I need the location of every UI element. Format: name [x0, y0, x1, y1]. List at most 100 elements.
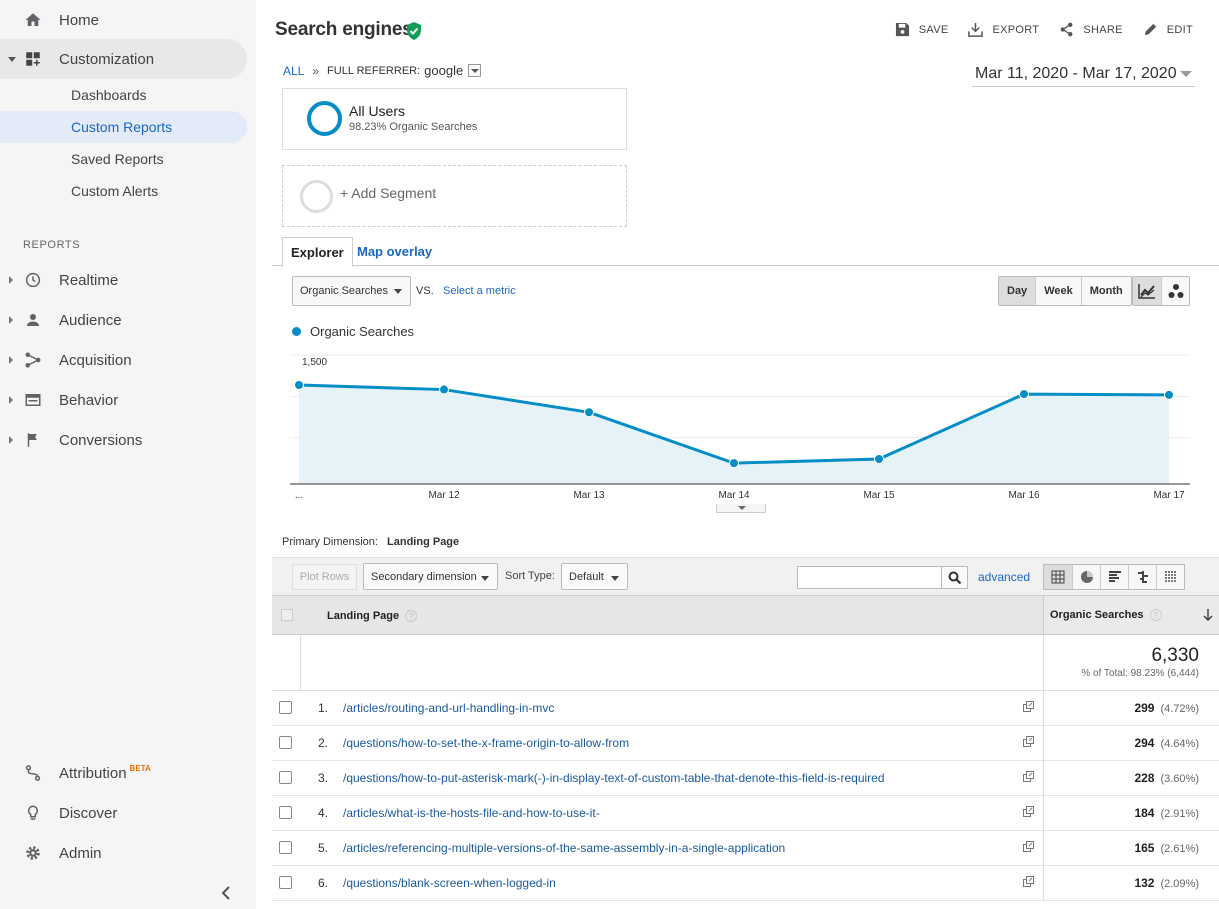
row-checkbox[interactable] [279, 876, 292, 889]
person-icon [27, 314, 39, 326]
row-checkbox[interactable] [279, 841, 292, 854]
row-checkbox[interactable] [279, 771, 292, 784]
row-checkbox[interactable] [279, 736, 292, 749]
open-page-icon[interactable] [1023, 771, 1034, 782]
row-checkbox[interactable] [279, 701, 292, 714]
save-button[interactable]: SAVE [895, 22, 949, 37]
share-button[interactable]: SHARE [1059, 22, 1122, 37]
edit-button[interactable]: EDIT [1143, 22, 1193, 37]
select-metric-link[interactable]: Select a metric [443, 285, 516, 297]
column-header-label: Organic Searches [1050, 609, 1144, 621]
landing-page-link[interactable]: /questions/blank-screen-when-logged-in [343, 876, 556, 890]
row-index: 2. [318, 736, 329, 750]
metric-cell: 132 (2.09%) [1043, 866, 1219, 901]
add-segment-button[interactable]: + Add Segment [282, 165, 627, 227]
report-actions: SAVE EXPORT SHARE EDIT [875, 22, 1193, 37]
table-header: Landing Page? Organic Searches? [272, 595, 1219, 635]
data-point [439, 384, 449, 395]
advanced-filter-link[interactable]: advanced [978, 570, 1030, 584]
referrer-dropdown-button[interactable] [468, 64, 482, 77]
empty-segment-ring-icon [300, 180, 333, 213]
sidebar-item-conversions[interactable]: Conversions [0, 420, 256, 460]
sidebar-item-label: Realtime [59, 271, 119, 289]
sidebar-item-discover[interactable]: Discover [0, 793, 256, 833]
sidebar-item-customization[interactable]: Customization [0, 39, 247, 79]
segment-card-all-users[interactable]: All Users 98.23% Organic Searches [282, 88, 627, 150]
sidebar-item-label: Admin [59, 844, 102, 862]
sort-type-select[interactable]: Default [561, 563, 628, 590]
table-row: 1. /articles/routing-and-url-handling-in-… [272, 691, 1219, 726]
plot-rows-button[interactable]: Plot Rows [292, 564, 357, 590]
performance-view-button[interactable] [1100, 565, 1128, 589]
landing-page-link[interactable]: /articles/what-is-the-hosts-file-and-how… [343, 806, 600, 820]
totals-row: 6,330 % of Total: 98.23% (6,444) [272, 635, 1219, 691]
total-percentage: % of Total: 98.23% (6,444) [1081, 668, 1199, 679]
line-chart-button[interactable] [1133, 277, 1161, 305]
y-tick-label: 1,500 [302, 357, 327, 368]
chart-resize-handle[interactable] [716, 504, 766, 513]
motion-chart-button[interactable] [1161, 277, 1189, 305]
sidebar-item-admin[interactable]: Admin [0, 833, 256, 873]
help-icon[interactable]: ? [1149, 609, 1162, 621]
sidebar-item-label: Dashboards [71, 87, 147, 103]
sidebar-item-acquisition[interactable]: Acquisition [0, 340, 256, 380]
sidebar-item-home[interactable]: Home [0, 0, 256, 40]
help-icon[interactable]: ? [405, 610, 418, 622]
search-button[interactable] [941, 566, 968, 589]
breadcrumb-all-link[interactable]: ALL [283, 64, 304, 78]
sidebar-item-custom-reports[interactable]: Custom Reports [0, 111, 247, 143]
data-view-button[interactable] [1044, 565, 1072, 589]
table-search-input[interactable] [797, 566, 942, 589]
x-tick-label: Mar 15 [863, 490, 895, 501]
edit-label: EDIT [1166, 23, 1193, 36]
open-page-icon[interactable] [1023, 806, 1034, 817]
open-page-icon[interactable] [1023, 876, 1034, 887]
pencil-icon [1144, 23, 1156, 36]
line-chart-icon [1138, 284, 1155, 299]
sidebar-item-attribution[interactable]: Attribution BETA [0, 753, 256, 793]
sidebar-item-custom-alerts[interactable]: Custom Alerts [0, 175, 247, 207]
chevron-down-icon [8, 56, 16, 62]
landing-page-link[interactable]: /articles/routing-and-url-handling-in-mv… [343, 701, 554, 715]
totals-divider [300, 635, 301, 691]
column-header-label: Landing Page [327, 610, 400, 622]
sidebar-item-saved-reports[interactable]: Saved Reports [0, 143, 247, 175]
sidebar-item-behavior[interactable]: Behavior [0, 380, 256, 420]
metric-select[interactable]: Organic Searches [292, 276, 411, 306]
data-point [729, 458, 739, 469]
period-month-button[interactable]: Month [1080, 277, 1131, 305]
tab-map-overlay[interactable]: Map overlay [349, 237, 440, 266]
period-week-button[interactable]: Week [1035, 277, 1081, 305]
sidebar-item-realtime[interactable]: Realtime [0, 260, 256, 300]
select-all-checkbox[interactable] [281, 609, 293, 621]
date-range-picker[interactable]: Mar 11, 2020 - Mar 17, 2020 [972, 62, 1195, 87]
secondary-dimension-select[interactable]: Secondary dimension [363, 563, 498, 590]
landing-page-link[interactable]: /questions/how-to-set-the-x-frame-origin… [343, 736, 629, 750]
open-page-icon[interactable] [1023, 701, 1034, 712]
comparison-view-button[interactable] [1128, 565, 1156, 589]
column-header-organic-searches[interactable]: Organic Searches? [1043, 596, 1219, 634]
table-row: 3. /questions/how-to-put-asterisk-mark(-)… [272, 761, 1219, 796]
tab-explorer[interactable]: Explorer [282, 237, 353, 267]
percentage-view-button[interactable] [1072, 565, 1100, 589]
landing-page-link[interactable]: /questions/how-to-put-asterisk-mark(-)-i… [343, 771, 885, 785]
segment-ring-icon [307, 101, 342, 136]
column-header-landing-page[interactable]: Landing Page? [327, 610, 418, 622]
legend-swatch [292, 327, 301, 336]
sidebar-item-dashboards[interactable]: Dashboards [0, 79, 247, 111]
chart-legend: Organic Searches [292, 324, 414, 339]
open-page-icon[interactable] [1023, 736, 1034, 747]
collapse-sidebar-icon[interactable] [220, 886, 232, 900]
landing-page-link[interactable]: /articles/referencing-multiple-versions-… [343, 841, 785, 855]
open-page-icon[interactable] [1023, 841, 1034, 852]
pivot-view-button[interactable] [1156, 565, 1184, 589]
export-button[interactable]: EXPORT [968, 22, 1039, 37]
sort-type-label: Sort Type: [505, 570, 555, 582]
metric-cell: 184 (2.91%) [1043, 796, 1219, 831]
period-day-button[interactable]: Day [999, 277, 1036, 305]
sort-type-value: Default [569, 570, 604, 583]
sidebar-item-audience[interactable]: Audience [0, 300, 256, 340]
series-area [299, 385, 1169, 484]
data-point [874, 454, 884, 464]
row-checkbox[interactable] [279, 806, 292, 819]
